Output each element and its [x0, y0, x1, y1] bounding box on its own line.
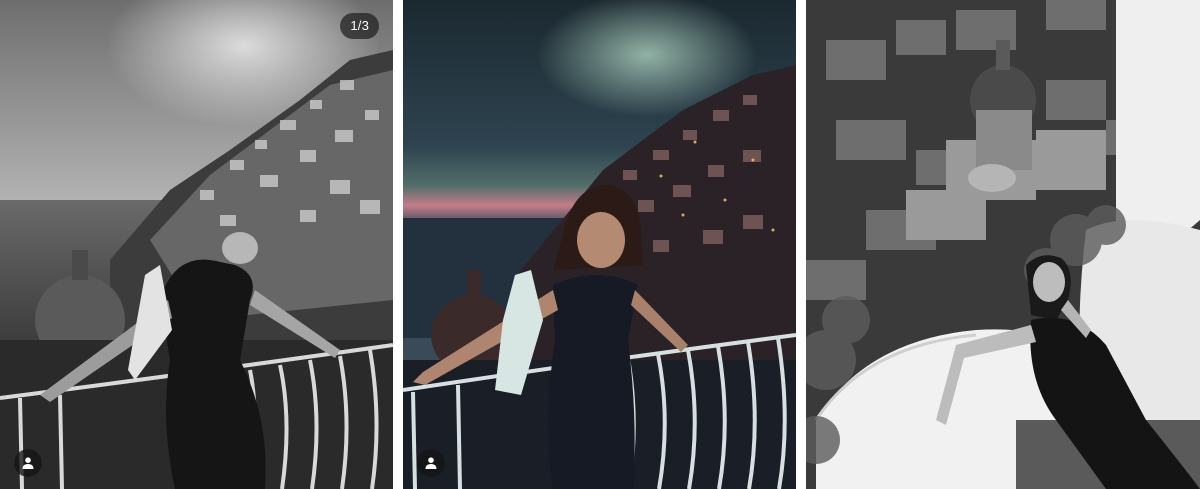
slide-1-photo	[0, 0, 393, 489]
tagged-people-button[interactable]	[417, 449, 445, 477]
person-icon	[425, 457, 437, 469]
photo-carousel[interactable]: 1/3	[0, 0, 1200, 489]
slide-counter-badge: 1/3	[340, 13, 379, 39]
slide-3-photo	[806, 0, 1200, 489]
carousel-slide-2[interactable]	[403, 0, 796, 489]
carousel-slide-1[interactable]: 1/3	[0, 0, 393, 489]
tagged-people-button[interactable]	[14, 449, 42, 477]
person-icon	[22, 457, 34, 469]
carousel-slide-3[interactable]	[806, 0, 1200, 489]
slide-2-photo	[403, 0, 796, 489]
